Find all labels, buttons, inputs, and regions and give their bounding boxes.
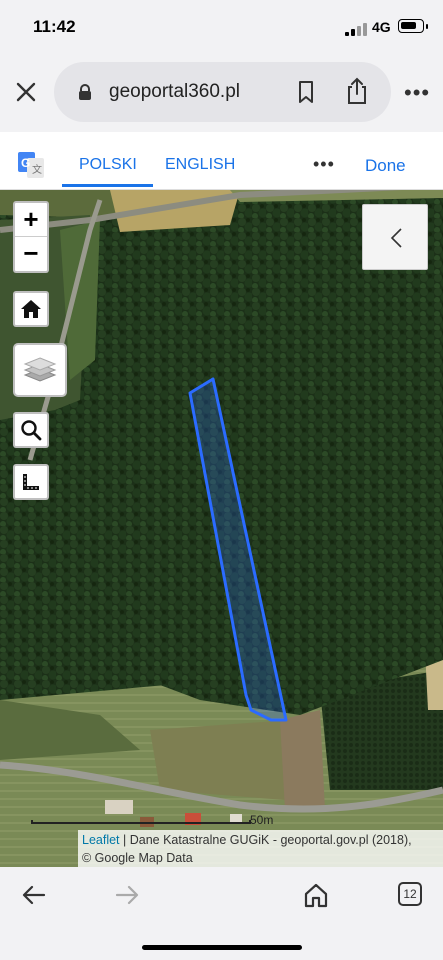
map-attribution: Leaflet | Dane Katastralne GUGiK - geopo… <box>78 830 443 867</box>
svg-text:文: 文 <box>32 163 42 176</box>
leaflet-link[interactable]: Leaflet <box>82 833 120 847</box>
satellite-imagery <box>0 190 443 867</box>
tabs-icon[interactable]: 12 <box>398 882 422 906</box>
forward-arrow-icon[interactable] <box>113 881 141 909</box>
back-arrow-icon[interactable] <box>20 881 48 909</box>
bottom-toolbar: 12 <box>0 867 443 960</box>
done-button[interactable]: Done <box>365 156 406 176</box>
translate-bar: G 文 POLSKI ENGLISH ••• Done <box>0 132 443 190</box>
search-button[interactable] <box>13 412 49 448</box>
measure-button[interactable] <box>13 464 49 500</box>
home-button[interactable] <box>13 291 49 327</box>
home-icon[interactable] <box>302 881 330 909</box>
share-icon[interactable] <box>344 77 370 105</box>
scale-label: 50m <box>250 813 274 827</box>
address-bar: geoportal360.pl ••• <box>0 54 443 132</box>
chevron-left-icon <box>390 228 402 248</box>
attribution-line-2: © Google Map Data <box>82 851 193 865</box>
url-text: geoportal360.pl <box>109 81 240 102</box>
map-view[interactable]: + − 50m Leaflet | Dane Katastralne GUGiK… <box>0 190 443 867</box>
google-translate-icon: G 文 <box>18 152 44 178</box>
search-icon <box>21 420 42 441</box>
translate-more-button[interactable]: ••• <box>313 154 335 175</box>
attribution-text: | Dane Katastralne GUGiK - geoportal.gov… <box>119 833 412 847</box>
close-button[interactable] <box>12 78 40 106</box>
zoom-out-button[interactable]: − <box>15 237 47 271</box>
more-icon[interactable]: ••• <box>404 82 430 104</box>
status-bar: 11:42 4G <box>0 0 443 54</box>
attribution-line-1: Leaflet | Dane Katastralne GUGiK - geopo… <box>82 831 443 849</box>
battery-icon <box>398 19 424 33</box>
selected-tab-indicator <box>62 184 153 187</box>
home-indicator <box>142 945 302 950</box>
layers-button[interactable] <box>13 343 67 397</box>
svg-text:G: G <box>21 156 30 170</box>
zoom-in-button[interactable]: + <box>15 203 47 237</box>
home-icon <box>21 300 41 318</box>
lock-icon <box>79 84 91 100</box>
battery-tip <box>426 24 428 29</box>
close-icon <box>16 82 36 102</box>
tab-polski[interactable]: POLSKI <box>79 156 137 174</box>
sidebar-toggle-button[interactable] <box>362 204 428 270</box>
layers-icon <box>23 357 57 382</box>
network-type: 4G <box>372 19 391 35</box>
signal-icon <box>345 22 367 36</box>
tab-english[interactable]: ENGLISH <box>165 156 235 174</box>
measure-icon <box>23 474 39 490</box>
status-time: 11:42 <box>33 17 76 36</box>
zoom-control: + − <box>13 201 49 273</box>
url-field[interactable]: geoportal360.pl <box>54 62 391 122</box>
bookmark-icon[interactable] <box>295 80 317 104</box>
